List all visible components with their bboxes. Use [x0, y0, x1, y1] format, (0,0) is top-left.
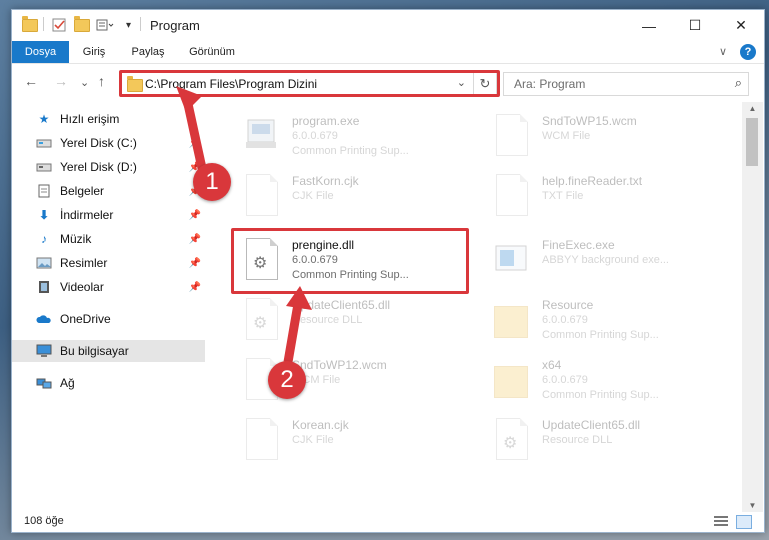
arrow-2: [283, 303, 303, 363]
arrow-2-head: [286, 286, 312, 310]
annotation-arrows: [176, 86, 312, 363]
step-1-badge: 1: [193, 163, 231, 201]
arrow-1-head: [176, 86, 202, 112]
step-2-badge: 2: [268, 361, 306, 399]
